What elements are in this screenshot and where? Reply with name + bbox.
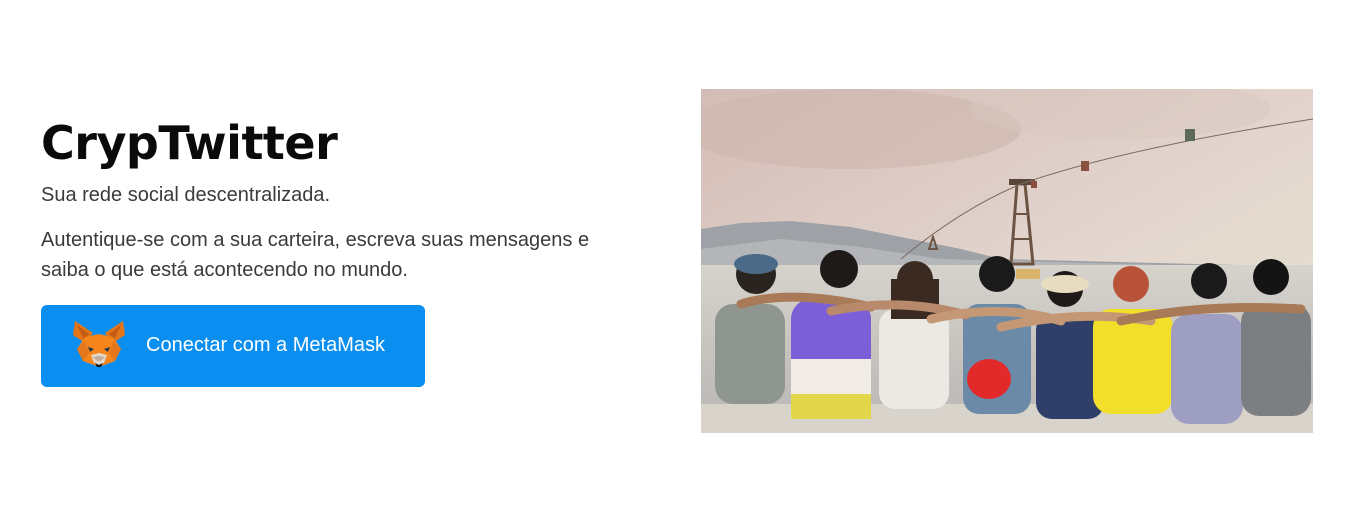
connect-button-label: Conectar com a MetaMask xyxy=(146,334,385,356)
app-title: CrypTwitter xyxy=(41,116,338,170)
hero-text: CrypTwitter Sua rede social descentraliz… xyxy=(41,112,661,285)
connect-metamask-button[interactable]: Conectar com a MetaMask xyxy=(41,305,425,387)
tagline: Sua rede social descentralizada. xyxy=(41,184,331,206)
metamask-fox-icon xyxy=(71,319,127,371)
description: Autentique-se com a sua carteira, escrev… xyxy=(41,229,590,281)
hero-photo xyxy=(701,89,1313,433)
